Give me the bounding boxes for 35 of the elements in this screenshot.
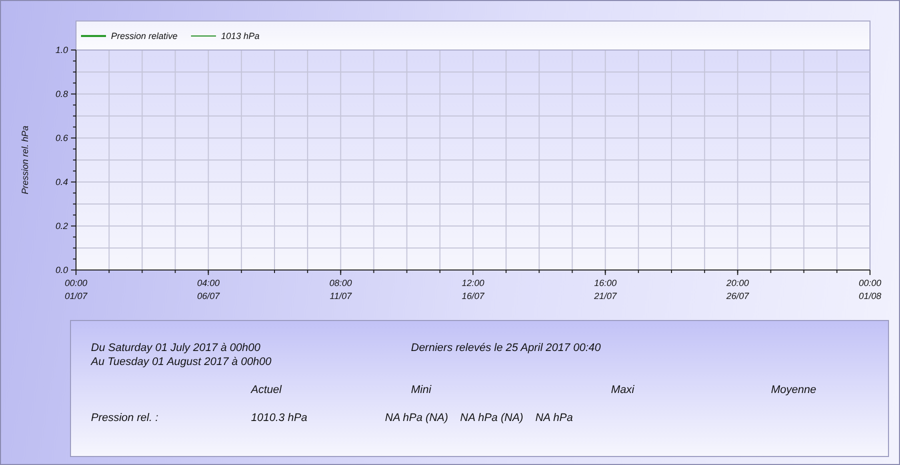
column-header: Maxi — [611, 383, 636, 397]
stat-value: NA hPa — [535, 411, 573, 425]
y-tick-label: 0.8 — [55, 89, 68, 99]
x-tick-label: 06/07 — [197, 291, 220, 301]
x-tick-label: 26/07 — [726, 291, 749, 301]
period-text: Du Saturday 01 July 2017 à 00h00 — [91, 341, 262, 355]
x-tick-label: 21/07 — [594, 291, 617, 301]
y-axis-title: Pression rel. hPa — [20, 126, 30, 194]
x-tick-label: 00:00 — [858, 278, 882, 288]
y-tick-label: 0.6 — [55, 133, 68, 143]
legend-label: 1013 hPa — [221, 31, 260, 41]
y-tick-label: 1.0 — [55, 45, 68, 55]
column-header: Moyenne — [771, 383, 816, 397]
x-tick-label: 01/08 — [858, 291, 882, 301]
x-tick-label: 20:00 — [726, 278, 749, 288]
stat-value: NA hPa (NA) — [385, 411, 448, 425]
x-tick-label: 08:00 — [329, 278, 352, 288]
x-tick-label: 11/07 — [330, 291, 352, 301]
column-header: Mini — [411, 383, 432, 397]
x-tick-label: 04:00 — [197, 278, 220, 288]
row-label: Pression rel. : — [91, 411, 160, 425]
last-reading-text: Derniers relevés le 25 April 2017 00:40 — [411, 341, 601, 356]
y-tick-label: 0.0 — [55, 265, 68, 275]
x-tick-label: 01/07 — [64, 291, 88, 301]
column-header: Actuel — [251, 383, 283, 397]
y-tick-label: 0.2 — [55, 221, 68, 231]
stat-value: NA hPa (NA) — [460, 411, 524, 425]
y-tick-label: 0.4 — [55, 177, 68, 187]
x-tick-label: 16:00 — [594, 278, 617, 288]
x-tick-label: 00:00 — [64, 278, 88, 288]
legend-label: Pression relative — [111, 31, 178, 41]
stat-value: 1010.3 hPa — [251, 411, 308, 425]
x-tick-label: 16/07 — [462, 291, 484, 301]
x-tick-label: 12:00 — [462, 278, 484, 288]
period-text: Au Tuesday 01 August 2017 à 00h00 — [91, 355, 272, 369]
